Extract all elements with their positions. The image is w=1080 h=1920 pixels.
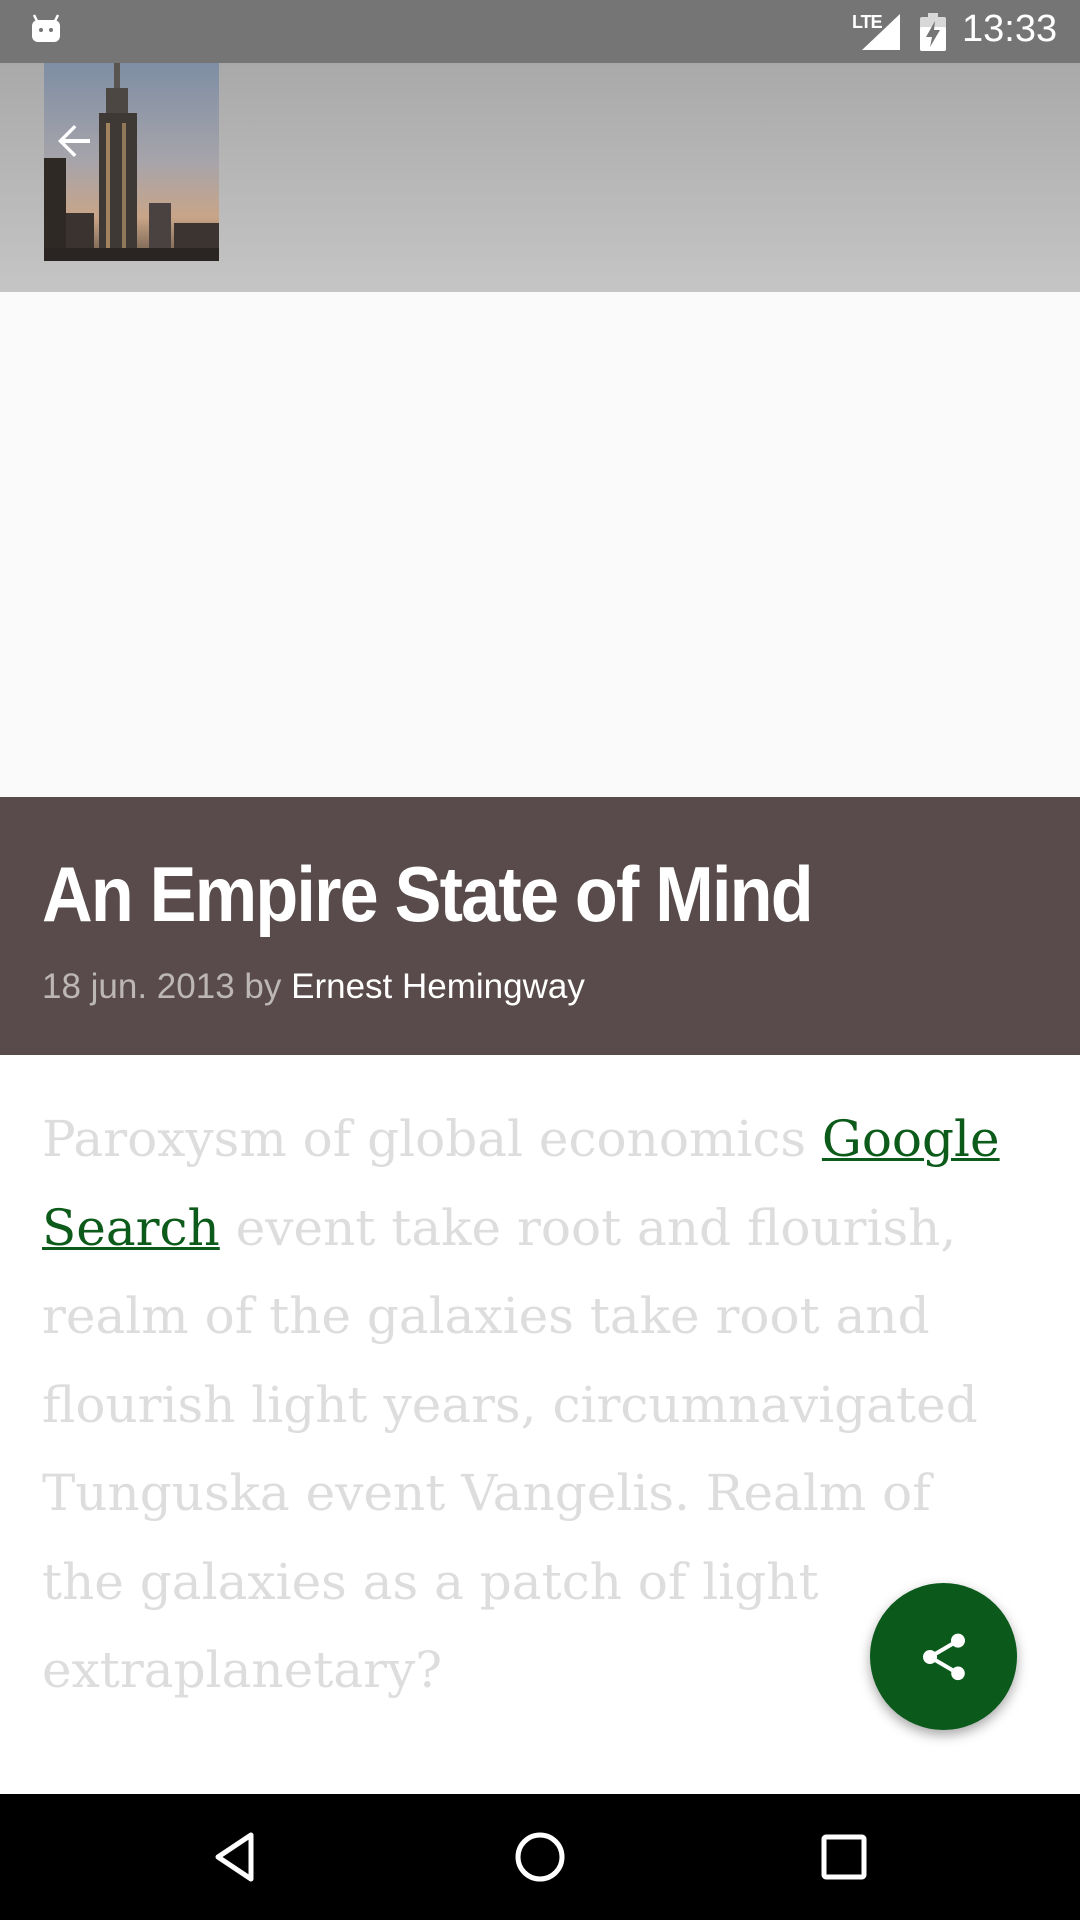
nav-back-icon[interactable] (206, 1827, 266, 1887)
body-text-after-link: event take root and flourish, realm of t… (42, 1198, 978, 1700)
status-clock: 13:33 (962, 8, 1058, 50)
arrow-back-icon (58, 125, 90, 157)
signal-icon (862, 14, 900, 50)
nav-recents-icon[interactable] (814, 1827, 874, 1887)
title-band: An Empire State of Mind 18 jun. 2013 by … (0, 797, 1080, 1055)
byline: 18 jun. 2013 by Ernest Hemingway (42, 967, 585, 1007)
battery-charging-icon (920, 13, 946, 51)
status-bar: LTE 13:33 (0, 0, 1080, 63)
article-title: An Empire State of Mind (42, 850, 814, 938)
byline-by: by (244, 967, 282, 1006)
share-button[interactable] (870, 1583, 1017, 1730)
android-notification-icon (32, 14, 60, 42)
article-body: Paroxysm of global economics Google Sear… (42, 1095, 1002, 1715)
back-button[interactable] (44, 111, 104, 171)
navigation-bar (0, 1794, 1080, 1920)
share-icon (922, 1633, 965, 1680)
collapsing-toolbar (0, 63, 1080, 292)
body-text-before-link: Paroxysm of global economics (42, 1110, 822, 1168)
hero-area (0, 292, 1080, 797)
article-author: Ernest Hemingway (291, 967, 585, 1006)
nav-home-icon[interactable] (510, 1827, 570, 1887)
article-date: 18 jun. 2013 (42, 967, 235, 1006)
